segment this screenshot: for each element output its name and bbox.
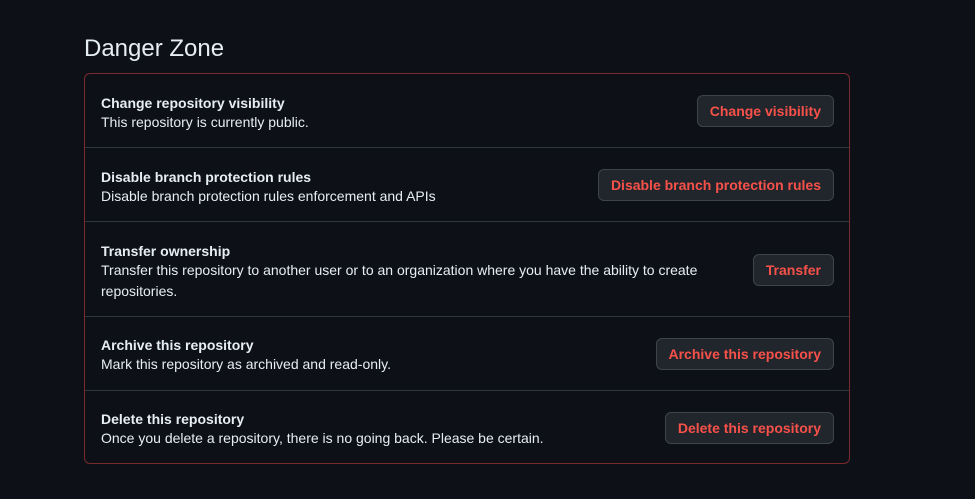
row-description: Transfer this repository to another user…: [101, 262, 698, 299]
delete-repository-button[interactable]: Delete this repository: [664, 412, 834, 444]
danger-zone-heading: Danger Zone: [84, 35, 225, 62]
row-archive-repository: Archive this repository Mark this reposi…: [85, 317, 849, 391]
row-title: Delete this repository: [101, 411, 245, 427]
danger-zone-box: Change repository visibility This reposi…: [84, 73, 850, 464]
row-description: This repository is currently public.: [101, 114, 309, 130]
row-title: Change repository visibility: [101, 95, 285, 111]
row-title: Archive this repository: [101, 337, 254, 353]
transfer-button[interactable]: Transfer: [752, 254, 834, 286]
row-description: Mark this repository as archived and rea…: [101, 356, 391, 372]
disable-branch-protection-button[interactable]: Disable branch protection rules: [597, 169, 834, 201]
row-change-visibility: Change repository visibility This reposi…: [85, 74, 849, 148]
row-title: Disable branch protection rules: [101, 169, 312, 185]
archive-repository-button[interactable]: Archive this repository: [655, 338, 834, 370]
row-description: Once you delete a repository, there is n…: [101, 430, 544, 446]
row-delete-repository: Delete this repository Once you delete a…: [85, 391, 849, 463]
row-title: Transfer ownership: [101, 243, 231, 259]
change-visibility-button[interactable]: Change visibility: [696, 95, 834, 127]
row-transfer-ownership: Transfer ownership Transfer this reposit…: [85, 222, 849, 317]
row-disable-branch-protection: Disable branch protection rules Disable …: [85, 148, 849, 222]
